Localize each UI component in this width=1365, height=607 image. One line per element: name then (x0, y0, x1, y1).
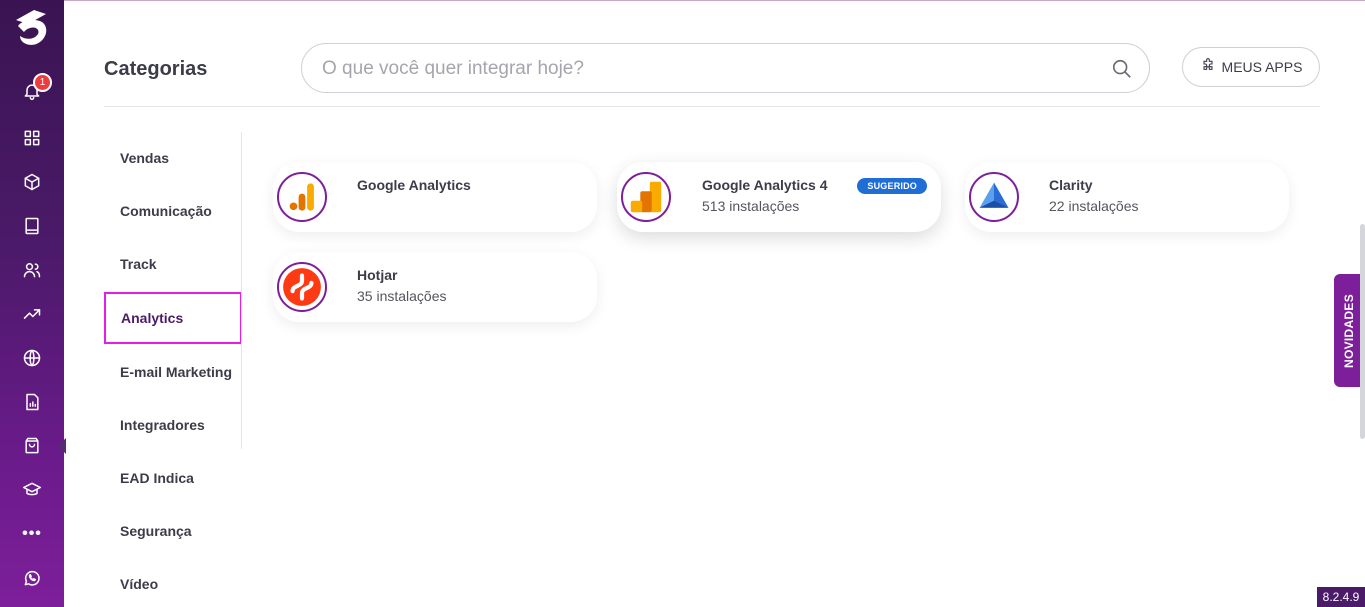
suggested-badge: SUGERIDO (857, 178, 927, 194)
category-item-track[interactable]: Track (104, 238, 242, 290)
more-label: ••• (22, 525, 42, 542)
app-name: Google Analytics 4 (702, 177, 828, 193)
puzzle-icon (1200, 57, 1216, 77)
category-item-analytics[interactable]: Analytics (104, 292, 242, 344)
sidebar: 1 ••• (0, 0, 66, 607)
cube-icon[interactable] (20, 170, 44, 194)
hotjar-logo-icon (277, 262, 327, 312)
top-border (64, 0, 1365, 1)
app-name: Hotjar (357, 267, 398, 283)
category-item-email-marketing[interactable]: E-mail Marketing (104, 346, 242, 398)
trending-up-icon[interactable] (20, 302, 44, 326)
google-analytics-logo-icon (277, 172, 327, 222)
grid-icon[interactable] (20, 126, 44, 150)
app-installs: 22 instalações (1049, 198, 1139, 214)
app-card-hotjar[interactable]: Hotjar 35 instalações (273, 252, 597, 322)
more-icon[interactable]: ••• (20, 522, 44, 546)
category-item-ead-indica[interactable]: EAD Indica (104, 452, 242, 504)
notification-badge: 1 (33, 73, 52, 92)
category-item-integradores[interactable]: Integradores (104, 399, 242, 451)
clarity-logo-icon (969, 172, 1019, 222)
header-divider (104, 106, 1320, 107)
category-item-comunicacao[interactable]: Comunicação (104, 185, 242, 237)
globe-icon[interactable] (20, 346, 44, 370)
google-analytics-4-logo-icon (621, 172, 671, 222)
my-apps-button[interactable]: MEUS APPS (1182, 47, 1320, 87)
shopping-bag-icon[interactable] (20, 434, 66, 458)
category-item-video[interactable]: Vídeo (104, 558, 242, 607)
whatsapp-icon[interactable] (20, 566, 44, 590)
version-label: 8.2.4.9 (1317, 587, 1365, 607)
scrollbar[interactable] (1360, 224, 1365, 439)
brand-logo[interactable] (12, 6, 54, 50)
search-icon[interactable] (1111, 58, 1133, 80)
app-card-google-analytics[interactable]: Google Analytics (273, 162, 597, 232)
report-icon[interactable] (20, 390, 44, 414)
app-installs: 513 instalações (702, 198, 800, 214)
app-card-google-analytics-4[interactable]: Google Analytics 4 513 instalações SUGER… (617, 162, 941, 232)
graduation-cap-icon[interactable] (20, 478, 44, 502)
novidades-label: NOVIDADES (1342, 293, 1357, 368)
category-divider (241, 132, 242, 449)
app-name: Clarity (1049, 177, 1093, 193)
category-item-seguranca[interactable]: Segurança (104, 505, 242, 557)
book-icon[interactable] (20, 214, 44, 238)
category-item-vendas[interactable]: Vendas (104, 132, 242, 184)
app-installs: 35 instalações (357, 288, 447, 304)
page-title: Categorias (104, 58, 208, 80)
my-apps-label: MEUS APPS (1221, 59, 1303, 75)
app-card-clarity[interactable]: Clarity 22 instalações (965, 162, 1289, 232)
users-icon[interactable] (20, 258, 44, 282)
app-name: Google Analytics (357, 177, 471, 193)
search-box[interactable] (301, 43, 1150, 93)
search-input[interactable] (322, 56, 1102, 82)
